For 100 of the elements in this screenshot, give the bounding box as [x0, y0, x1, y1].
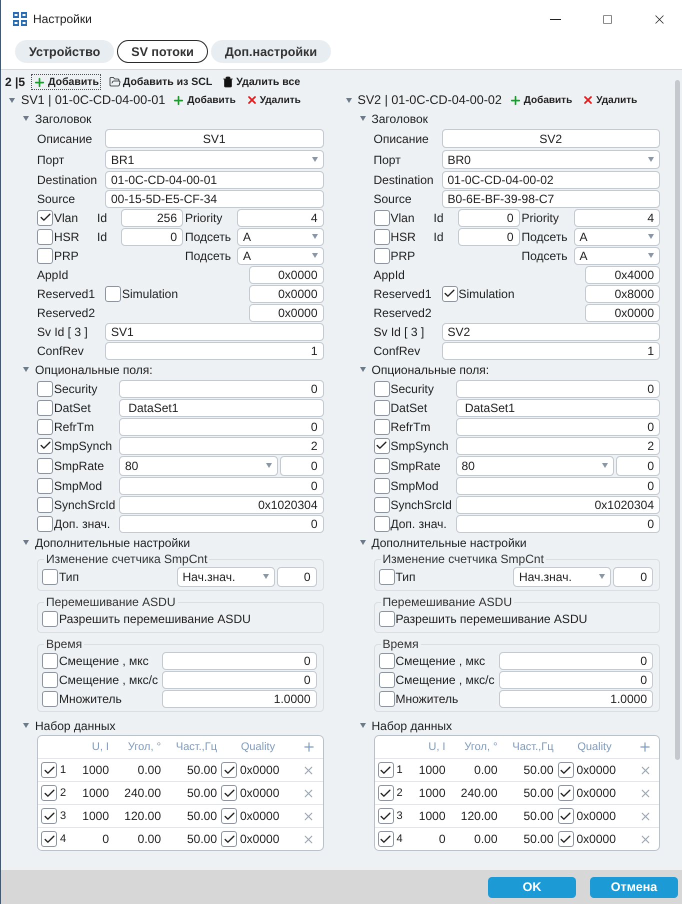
input-field[interactable]: 4: [237, 208, 324, 226]
expand-icon[interactable]: [9, 98, 15, 102]
expand-icon[interactable]: [360, 116, 366, 121]
tab[interactable]: Доп.настройки: [210, 40, 331, 63]
checkbox[interactable]: [37, 458, 53, 474]
input-field[interactable]: 0: [456, 418, 660, 436]
checkbox[interactable]: [221, 785, 237, 801]
tab[interactable]: Устройство: [15, 40, 114, 63]
checkbox[interactable]: [42, 672, 58, 688]
checkbox[interactable]: [37, 248, 53, 264]
expand-icon[interactable]: [360, 723, 366, 728]
dropdown[interactable]: BR0: [442, 150, 660, 169]
delete-icon[interactable]: [302, 786, 316, 800]
input-field[interactable]: 0: [498, 652, 653, 670]
checkbox[interactable]: [558, 808, 574, 824]
add-icon[interactable]: [638, 740, 652, 754]
checkbox[interactable]: [221, 762, 237, 778]
checkbox[interactable]: [378, 611, 394, 627]
input-field[interactable]: 0x8000: [585, 284, 660, 302]
input-field[interactable]: 0: [119, 380, 324, 398]
checkbox[interactable]: [378, 785, 394, 801]
input-field[interactable]: 0: [456, 514, 660, 532]
delete-all-button[interactable]: Удалить все: [220, 74, 302, 90]
expand-icon[interactable]: [23, 723, 29, 728]
input-field[interactable]: 0x0000: [248, 304, 324, 322]
dropdown[interactable]: 80: [119, 456, 278, 476]
checkbox[interactable]: [378, 672, 394, 688]
checkbox[interactable]: [221, 831, 237, 847]
input-field[interactable]: 00-15-5D-E5-CF-34: [105, 190, 324, 208]
delete-button[interactable]: Удалить: [242, 94, 304, 106]
expand-icon[interactable]: [23, 116, 29, 121]
checkbox[interactable]: [41, 808, 57, 824]
input-field[interactable]: 4: [574, 208, 660, 226]
checkbox[interactable]: [37, 400, 53, 416]
checkbox[interactable]: [37, 496, 53, 512]
input-field[interactable]: 01-0C-CD-04-00-01: [105, 170, 324, 188]
expand-icon[interactable]: [360, 540, 366, 545]
input-field[interactable]: 0: [276, 566, 316, 586]
checkbox[interactable]: [37, 210, 53, 226]
dropdown[interactable]: A: [574, 228, 660, 246]
input-field[interactable]: 2: [456, 436, 660, 454]
delete-icon[interactable]: [302, 832, 316, 846]
checkbox[interactable]: [442, 286, 458, 302]
checkbox[interactable]: [378, 762, 394, 778]
input-field[interactable]: 1: [105, 342, 324, 360]
checkbox[interactable]: [374, 438, 390, 454]
checkbox[interactable]: [105, 286, 121, 302]
checkbox[interactable]: [37, 516, 53, 532]
input-field[interactable]: 0: [456, 380, 660, 398]
checkbox[interactable]: [37, 478, 53, 494]
input-field[interactable]: 0: [498, 670, 653, 688]
checkbox[interactable]: [374, 458, 390, 474]
checkbox[interactable]: [374, 248, 390, 264]
delete-icon[interactable]: [638, 786, 652, 800]
input-field[interactable]: 0x1020304: [456, 496, 660, 514]
expand-icon[interactable]: [23, 540, 29, 545]
input-field[interactable]: 0x1020304: [119, 496, 324, 514]
checkbox[interactable]: [374, 210, 390, 226]
input-field[interactable]: 2: [119, 436, 324, 454]
input-field[interactable]: 0: [616, 456, 660, 476]
input-field[interactable]: 1.0000: [498, 690, 653, 708]
dropdown[interactable]: Нач.знач.: [513, 566, 611, 586]
checkbox[interactable]: [558, 785, 574, 801]
expand-icon[interactable]: [23, 367, 29, 372]
checkbox[interactable]: [374, 228, 390, 244]
input-field[interactable]: 1: [442, 342, 660, 360]
expand-icon[interactable]: [346, 98, 352, 102]
input-field[interactable]: 0: [613, 566, 653, 586]
checkbox[interactable]: [37, 228, 53, 244]
dropdown[interactable]: A: [574, 246, 660, 264]
input-field[interactable]: SV1: [105, 129, 324, 148]
checkbox[interactable]: [378, 568, 394, 584]
input-field[interactable]: 01-0C-CD-04-00-02: [442, 170, 660, 188]
delete-button[interactable]: Удалить: [579, 94, 640, 106]
checkbox[interactable]: [37, 438, 53, 454]
checkbox[interactable]: [374, 496, 390, 512]
input-field[interactable]: 0x0000: [248, 266, 324, 284]
delete-icon[interactable]: [638, 832, 652, 846]
delete-icon[interactable]: [302, 764, 316, 776]
dropdown[interactable]: Нач.знач.: [176, 566, 274, 586]
input-field[interactable]: SV2: [442, 129, 660, 148]
add-button[interactable]: Добавить: [31, 74, 101, 90]
input-field[interactable]: SV2: [442, 322, 660, 340]
checkbox[interactable]: [378, 652, 394, 668]
input-field[interactable]: 0: [456, 476, 660, 494]
expand-icon[interactable]: [360, 367, 366, 372]
checkbox[interactable]: [378, 831, 394, 847]
delete-icon[interactable]: [302, 810, 316, 822]
checkbox[interactable]: [374, 478, 390, 494]
add-icon[interactable]: [302, 740, 316, 754]
checkbox[interactable]: [37, 380, 53, 396]
tab[interactable]: SV потоки: [117, 40, 208, 63]
input-field[interactable]: 0: [458, 208, 520, 226]
checkbox[interactable]: [558, 762, 574, 778]
input-field[interactable]: 0: [119, 476, 324, 494]
checkbox[interactable]: [42, 568, 58, 584]
checkbox[interactable]: [221, 808, 237, 824]
checkbox[interactable]: [374, 418, 390, 434]
checkbox[interactable]: [378, 690, 394, 706]
checkbox[interactable]: [42, 611, 58, 627]
